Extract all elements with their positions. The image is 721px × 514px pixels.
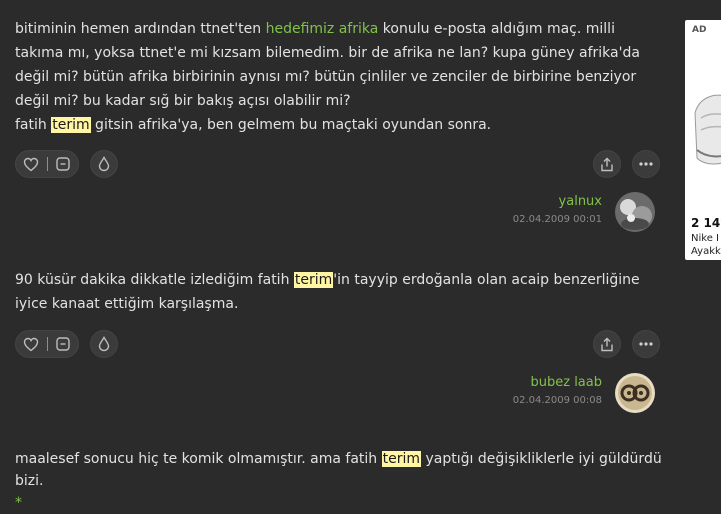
- entry-actions: [15, 330, 660, 360]
- entry-date[interactable]: 02.04.2009 00:01: [513, 214, 602, 225]
- entry-text: gitsin afrika'ya, ben gelmem bu maçtaki …: [90, 117, 492, 133]
- favorite-button[interactable]: [16, 150, 47, 178]
- drop-icon: [98, 156, 110, 172]
- share-icon: [601, 337, 613, 351]
- avatar[interactable]: [615, 373, 655, 413]
- minus-square-icon: [56, 337, 70, 351]
- minus-square-icon: [56, 157, 70, 171]
- ad-banner[interactable]: AD 2 149 Nike I Ayakk: [685, 20, 721, 260]
- share-button[interactable]: [593, 330, 621, 358]
- drop-icon: [98, 336, 110, 352]
- search-highlight: terim: [293, 272, 334, 288]
- more-button[interactable]: [632, 150, 660, 178]
- product-name-line: Ayakk: [691, 246, 721, 257]
- entry-content: 90 küsür dakika dikkatle izlediğim fatih…: [15, 268, 665, 316]
- author-name[interactable]: bubez laab: [531, 375, 603, 390]
- drop-button[interactable]: [90, 150, 118, 178]
- entry-date[interactable]: 02.04.2009 00:08: [513, 395, 602, 406]
- more-button[interactable]: [632, 330, 660, 358]
- product-price: 2 149: [691, 216, 721, 230]
- vote-pill: [15, 330, 79, 358]
- entry-link[interactable]: *: [15, 495, 22, 511]
- entry-author-block: bubez laab 02.04.2009 00:08: [460, 373, 660, 417]
- product-name-line: Nike I: [691, 233, 719, 244]
- ad-label: AD: [692, 25, 707, 35]
- entry-actions: [15, 150, 660, 180]
- entry-item: 90 küsür dakika dikkatle izlediğim fatih…: [15, 268, 665, 316]
- dislike-button[interactable]: [47, 330, 78, 358]
- entry-text: 90 küsür dakika dikkatle izlediğim fatih: [15, 272, 294, 288]
- entry-text: maalesef sonucu hiç te komik olmamıştır.…: [15, 451, 382, 467]
- product-image[interactable]: [693, 58, 721, 192]
- share-button[interactable]: [593, 150, 621, 178]
- entry-content: bitiminin hemen ardından ttnet'ten hedef…: [15, 17, 665, 137]
- entry-item: maalesef sonucu hiç te komik olmamıştır.…: [15, 448, 665, 514]
- share-icon: [601, 157, 613, 171]
- search-highlight: terim: [381, 451, 422, 467]
- entry-author-block: yalnux 02.04.2009 00:01: [460, 192, 660, 236]
- more-dots-icon: [639, 162, 653, 166]
- search-highlight: terim: [51, 117, 91, 133]
- entry-content: maalesef sonucu hiç te komik olmamıştır.…: [15, 448, 665, 514]
- heart-icon: [24, 337, 39, 351]
- entry-list: bitiminin hemen ardından ttnet'ten hedef…: [0, 0, 680, 511]
- author-name[interactable]: yalnux: [559, 194, 602, 209]
- entry-item: bitiminin hemen ardından ttnet'ten hedef…: [15, 17, 665, 137]
- vote-pill: [15, 150, 79, 178]
- entry-link[interactable]: hedefimiz afrika: [266, 21, 379, 37]
- product-name: Nike I Ayakk: [691, 232, 721, 258]
- dislike-button[interactable]: [47, 150, 78, 178]
- avatar[interactable]: [615, 192, 655, 232]
- heart-icon: [24, 157, 39, 171]
- more-dots-icon: [639, 342, 653, 346]
- entry-text: fatih: [15, 117, 52, 133]
- entry-text: bitiminin hemen ardından ttnet'ten: [15, 21, 266, 37]
- drop-button[interactable]: [90, 330, 118, 358]
- favorite-button[interactable]: [16, 330, 47, 358]
